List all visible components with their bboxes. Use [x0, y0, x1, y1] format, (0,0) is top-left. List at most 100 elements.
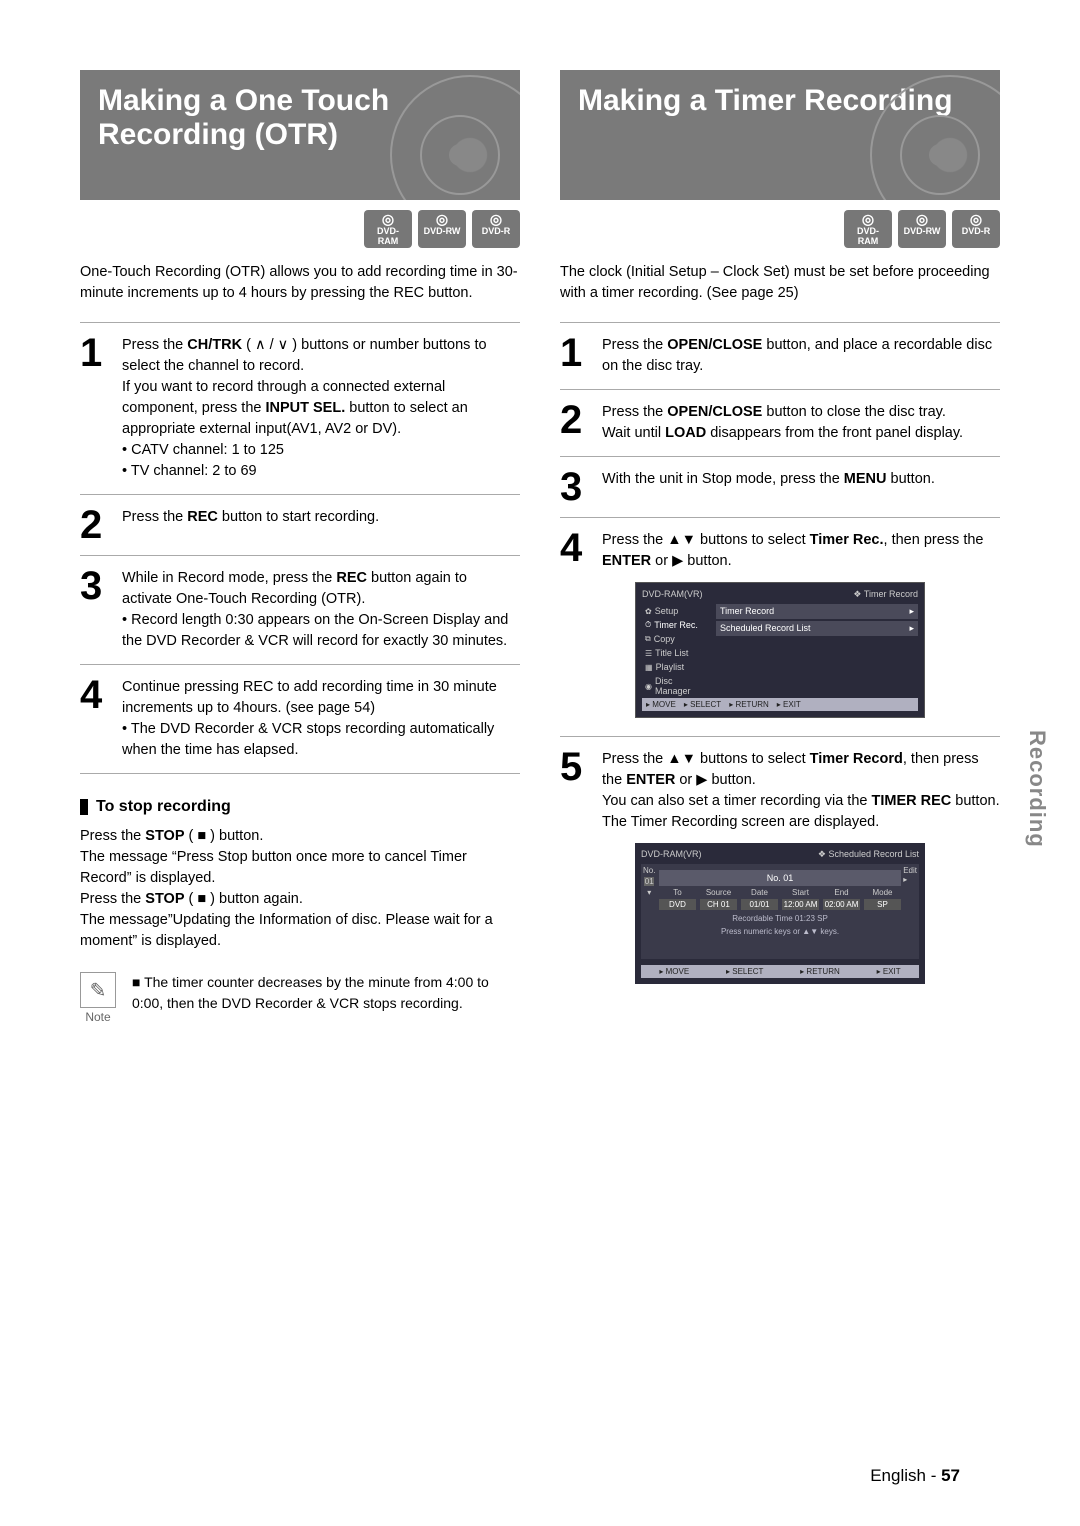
osd2-val-end: 02:00 AM	[823, 899, 860, 910]
disc-decor-icon	[900, 115, 980, 195]
osd2-col-end: End	[823, 888, 860, 897]
left-title: Making a One Touch Recording (OTR)	[98, 84, 389, 151]
step-number: 3	[560, 469, 592, 505]
step-body: Press the OPEN/CLOSE button to close the…	[602, 402, 1000, 444]
badge-dvd-ram: DVD-RAM	[844, 210, 892, 248]
divider	[560, 456, 1000, 457]
left-column: Making a One Touch Recording (OTR) DVD-R…	[80, 70, 520, 1024]
footer-sep: -	[926, 1466, 941, 1485]
right-title-box: Making a Timer Recording	[560, 70, 1000, 200]
osd1-main: Timer Record▸ Scheduled Record List▸	[716, 604, 918, 636]
right-step-5: 5 Press the ▲▼ buttons to select Timer R…	[560, 749, 1000, 833]
note-label: Note	[80, 1010, 116, 1024]
osd2-val-to: DVD	[659, 899, 696, 910]
osd2-val-start: 12:00 AM	[782, 899, 819, 910]
left-intro: One-Touch Recording (OTR) allows you to …	[80, 262, 520, 304]
step-number: 4	[560, 530, 592, 572]
divider	[560, 517, 1000, 518]
osd2-data-row: DVD CH 01 01/01 12:00 AM 02:00 AM SP	[659, 899, 901, 910]
osd2-col-source: Source	[700, 888, 737, 897]
left-disc-badges: DVD-RAM DVD-RW DVD-R	[80, 210, 520, 248]
osd1-bottom-bar: MOVE SELECT RETURN EXIT	[642, 698, 918, 711]
badge-dvd-rw: DVD-RW	[898, 210, 946, 248]
osd2-col-to: To	[659, 888, 696, 897]
badge-dvd-ram: DVD-RAM	[364, 210, 412, 248]
step-body: Press the CH/TRK ( ∧ / ∨ ) buttons or nu…	[122, 335, 520, 482]
osd2-msg2: Press numeric keys or ▲▼ keys.	[645, 927, 915, 936]
osd-timer-record-menu: DVD-RAM(VR) Timer Record ✿Setup ⏱Timer R…	[635, 582, 925, 718]
right-disc-badges: DVD-RAM DVD-RW DVD-R	[560, 210, 1000, 248]
step-body: Press the OPEN/CLOSE button, and place a…	[602, 335, 1000, 377]
divider	[80, 555, 520, 556]
right-intro: The clock (Initial Setup – Clock Set) mu…	[560, 262, 1000, 304]
step-body: With the unit in Stop mode, press the ME…	[602, 469, 1000, 505]
step-number: 2	[80, 507, 112, 543]
osd1-sidebar: ✿Setup ⏱Timer Rec. ⧉Copy ☰Title List ▦Pl…	[642, 604, 712, 698]
badge-dvd-rw: DVD-RW	[418, 210, 466, 248]
chevron-right-icon: ▸	[909, 606, 914, 617]
divider	[560, 389, 1000, 390]
osd-scheduled-record-list: DVD-RAM(VR) Scheduled Record List No. 01…	[635, 843, 925, 984]
osd2-no-label: No.	[643, 866, 655, 875]
divider	[80, 773, 520, 774]
right-step-1: 1 Press the OPEN/CLOSE button, and place…	[560, 335, 1000, 377]
page-footer: English - 57	[870, 1466, 960, 1486]
step-body: Press the ▲▼ buttons to select Timer Rec…	[602, 530, 1000, 572]
osd1-side-playlist: ▦Playlist	[642, 660, 712, 674]
osd1-side-disc-manager: ◉Disc Manager	[642, 674, 712, 698]
badge-dvd-r: DVD-R	[472, 210, 520, 248]
osd2-select: SELECT	[726, 967, 763, 976]
stop-heading-text: To stop recording	[96, 798, 231, 816]
right-step-2: 2 Press the OPEN/CLOSE button to close t…	[560, 402, 1000, 444]
osd2-col-mode: Mode	[864, 888, 901, 897]
osd1-side-setup: ✿Setup	[642, 604, 712, 618]
osd2-val-mode: SP	[864, 899, 901, 910]
footer-page: 57	[941, 1466, 960, 1485]
osd2-box-title: No. 01	[659, 870, 901, 886]
osd1-return: RETURN	[729, 700, 769, 709]
step-body: While in Record mode, press the REC butt…	[122, 568, 520, 652]
osd2-exit: EXIT	[877, 967, 901, 976]
step-number: 4	[80, 677, 112, 761]
step-number: 2	[560, 402, 592, 444]
note-icon-wrap: ✎ Note	[80, 972, 116, 1024]
osd2-left-index: No. 01 ▾	[643, 866, 655, 897]
left-step-1: 1 Press the CH/TRK ( ∧ / ∨ ) buttons or …	[80, 335, 520, 482]
divider	[560, 736, 1000, 737]
osd1-row-scheduled: Scheduled Record List▸	[716, 621, 918, 636]
divider	[80, 494, 520, 495]
osd1-top-left: DVD-RAM(VR)	[642, 589, 703, 600]
step-body: Continue pressing REC to add recording t…	[122, 677, 520, 761]
osd1-move: MOVE	[646, 700, 676, 709]
left-step-4: 4 Continue pressing REC to add recording…	[80, 677, 520, 761]
step-number: 1	[80, 335, 112, 482]
osd2-val-source: CH 01	[700, 899, 737, 910]
step-body: Press the ▲▼ buttons to select Timer Rec…	[602, 749, 1000, 833]
divider	[560, 322, 1000, 323]
left-step-2: 2 Press the REC button to start recordin…	[80, 507, 520, 543]
chevron-down-icon: ▾	[647, 888, 651, 897]
osd2-top-left: DVD-RAM(VR)	[641, 849, 702, 860]
stop-recording-body: Press the STOP ( ■ ) button.The message …	[80, 826, 520, 952]
osd2-bottom-bar: MOVE SELECT RETURN EXIT	[641, 965, 919, 978]
osd2-return: RETURN	[800, 967, 840, 976]
step-number: 1	[560, 335, 592, 377]
osd2-col-headers: To Source Date Start End Mode	[659, 888, 901, 897]
osd1-side-copy: ⧉Copy	[642, 632, 712, 646]
osd1-top-right: Timer Record	[853, 589, 918, 600]
right-step-3: 3 With the unit in Stop mode, press the …	[560, 469, 1000, 505]
osd2-edit: Edit ▸	[903, 866, 917, 884]
divider	[80, 664, 520, 665]
osd1-select: SELECT	[684, 700, 721, 709]
left-title-box: Making a One Touch Recording (OTR)	[80, 70, 520, 200]
osd1-exit: EXIT	[777, 700, 801, 709]
osd2-val-date: 01/01	[741, 899, 778, 910]
osd1-row-timer-record: Timer Record▸	[716, 604, 918, 619]
right-step-4: 4 Press the ▲▼ buttons to select Timer R…	[560, 530, 1000, 572]
note-block: ✎ Note The timer counter decreases by th…	[80, 972, 520, 1024]
osd2-move: MOVE	[659, 967, 689, 976]
page-body: Making a One Touch Recording (OTR) DVD-R…	[0, 0, 1080, 1074]
divider	[80, 322, 520, 323]
footer-lang: English	[870, 1466, 926, 1485]
note-body: The timer counter decreases by the minut…	[126, 972, 520, 1013]
